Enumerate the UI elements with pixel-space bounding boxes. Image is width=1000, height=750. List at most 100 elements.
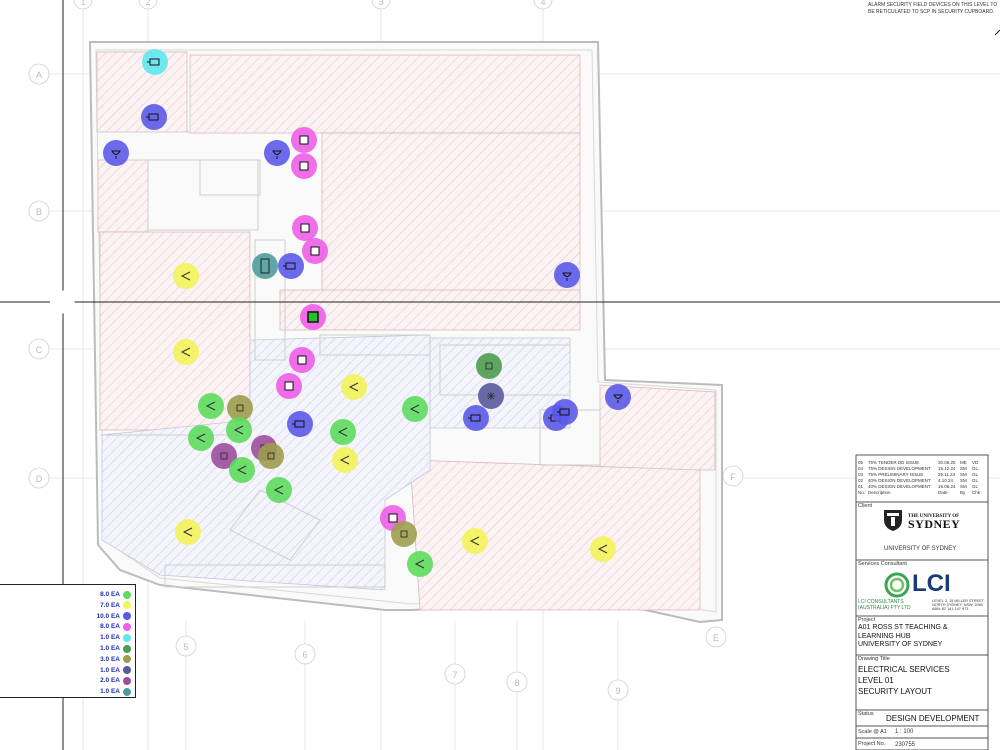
door-symbol-icon [388,513,398,523]
client-name: UNIVERSITY OF SYDNEY [884,546,957,552]
door-symbol-icon [284,381,294,391]
grid-label-d: D [36,474,43,484]
consultant-address: LEVEL 3, 15 MILLER STREET, NORTH SYDNEY,… [932,599,985,611]
door-symbol-icon [300,223,310,233]
security-device-yellow-pir-icon[interactable] [173,339,199,365]
legend-row: 1.0 EA [100,686,131,697]
legend-row: 1.0 EA [100,665,131,676]
security-device-green-pir-icon[interactable] [226,417,252,443]
section-marker-icon [51,290,75,314]
security-device-blue-camera-icon[interactable] [463,405,489,431]
security-device-yellow-pir-icon[interactable] [175,519,201,545]
legend-qty: 2.0 EA [100,677,120,685]
security-device-yellow-pir-icon[interactable] [332,447,358,473]
security-device-yellow-pir-icon[interactable] [590,536,616,562]
grid-label-3: 3 [378,0,383,7]
security-device-blue-dome-icon[interactable] [554,262,580,288]
security-device-magenta-door-icon[interactable] [289,347,315,373]
security-device-magenta-door-icon[interactable] [302,238,328,264]
drawing-title: ELECTRICAL SERVICES LEVEL 01 SECURITY LA… [858,665,950,696]
security-device-magenta-door-icon[interactable] [291,127,317,153]
legend-row: 3.0 EA [100,654,131,665]
security-device-darkgreen-box-icon[interactable] [476,353,502,379]
legend-row: 2.0 EA [100,675,131,686]
legend-qty: 8.0 EA [100,623,120,631]
door-symbol-icon [299,161,309,171]
consultant-label: Services Consultant [858,561,907,567]
legend-row: 8.0 EA [100,589,131,600]
revision-cell: No. [858,490,866,495]
security-device-magenta-square-icon[interactable] [300,304,326,330]
grid-label-5: 5 [183,642,188,652]
legend-qty: 1.0 EA [100,666,120,674]
legend-swatch-icon [123,644,131,653]
star-symbol-icon [487,392,495,400]
security-device-blue-dome-icon[interactable] [605,384,631,410]
legend-swatch-icon [123,612,131,621]
grid-label-7: 7 [452,670,457,680]
grid-label-2: 2 [145,0,150,7]
security-device-yellow-pir-icon[interactable] [341,374,367,400]
project-no-label: Project No. [858,741,886,747]
security-device-blue-camera-icon[interactable] [552,399,578,425]
project-label: Project [858,617,876,623]
security-device-green-pir-icon[interactable] [198,393,224,419]
security-device-blue-camera-icon[interactable] [141,104,167,130]
university-logo-text: THE UNIVERSITY OF SYDNEY [908,514,961,531]
legend-qty: 1.0 EA [100,634,120,642]
security-device-magenta-door-icon[interactable] [276,373,302,399]
legend-qty: 1.0 EA [100,688,120,696]
note-line-2: BE RETICULATED TO SCP IN SECURITY CUPBOA… [868,9,994,15]
grid-label-6: 6 [302,650,307,660]
device-legend: 8.0 EA 7.0 EA 10.0 EA 8.0 EA 1.0 EA 1.0 EA 3.0… [0,584,136,698]
legend-swatch-icon [123,666,131,675]
revision-cell: Chk [972,490,981,495]
grid-label-9: 9 [615,686,620,696]
security-device-olive-box-icon[interactable] [258,443,284,469]
legend-swatch-icon [123,622,131,631]
legend-row: 10.0 EA [96,611,131,622]
grid-label-a: A [36,70,42,80]
security-device-blue-dome-icon[interactable] [103,140,129,166]
security-device-cyan-camera-icon[interactable] [142,49,168,75]
security-device-blue-camera-icon[interactable] [287,411,313,437]
legend-swatch-icon [123,601,131,610]
security-device-blue-dome-icon[interactable] [264,140,290,166]
security-device-green-pir-icon[interactable] [402,396,428,422]
grid-label-c: C [36,345,43,355]
legend-qty: 10.0 EA [96,612,121,620]
security-device-teal-rect-icon[interactable] [252,253,278,279]
legend-swatch-icon [123,633,131,642]
legend-qty: 7.0 EA [100,601,120,609]
revision-table: 05 75% TENDER DD ISSUE 30.06.25 ME VD 04 75% D… [858,460,986,496]
revision-header-row: No. Description Date By Chk [858,490,986,496]
security-device-olive-box-icon[interactable] [391,521,417,547]
security-device-blue-camera-icon[interactable] [278,253,304,279]
revision-cell: Description [868,490,891,495]
security-device-green-pir-icon[interactable] [188,425,214,451]
security-device-green-pir-icon[interactable] [266,477,292,503]
security-device-yellow-pir-icon[interactable] [173,263,199,289]
grid-label-8: 8 [514,678,519,688]
revision-cell: Date [938,490,948,495]
security-device-green-pir-icon[interactable] [407,551,433,577]
door-symbol-icon [299,135,309,145]
security-device-yellow-pir-icon[interactable] [462,528,488,554]
square-symbol-icon [307,311,319,323]
legend-row: 7.0 EA [100,600,131,611]
security-device-green-pir-icon[interactable] [330,419,356,445]
legend-row: 8.0 EA [100,621,131,632]
grid-label-1: 1 [80,0,85,7]
floor-plan-canvas[interactable]: 1 2 3 4 5 6 7 8 9 A B C D F E ALARM SECU… [0,0,1000,750]
revision-cell: By [960,490,966,495]
security-device-green-pir-icon[interactable] [229,457,255,483]
university-crest-icon [884,510,902,531]
grid-label-e: E [713,633,719,643]
security-device-magenta-door-icon[interactable] [292,215,318,241]
security-device-navy-star-icon[interactable] [478,383,504,409]
status-value: DESIGN DEVELOPMENT [886,714,980,723]
security-device-magenta-door-icon[interactable] [291,153,317,179]
grid-label-f: F [730,472,736,482]
drawing-title-label: Drawing Title [858,656,890,662]
grid-label-4: 4 [540,0,545,7]
